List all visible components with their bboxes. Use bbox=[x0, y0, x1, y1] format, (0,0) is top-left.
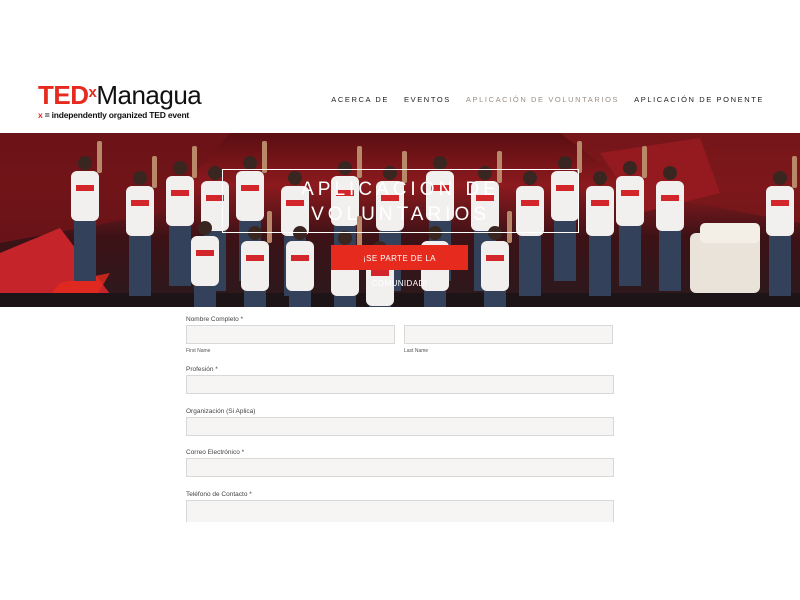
logo-tagline: x = independently organized TED event bbox=[38, 110, 190, 120]
email-input[interactable] bbox=[186, 458, 614, 477]
hero-banner: APLICACIÓN DE VOLUNTARIOS ¡SE PARTE DE L… bbox=[0, 133, 800, 307]
nav-aplicacion-ponente[interactable]: APLICACIÓN DE PONENTE bbox=[634, 95, 764, 104]
nav-eventos[interactable]: EVENTOS bbox=[404, 95, 451, 104]
nav-aplicacion-voluntarios[interactable]: APLICACIÓN DE VOLUNTARIOS bbox=[466, 95, 619, 104]
logo-x-text: x bbox=[88, 84, 97, 101]
first-name-input[interactable] bbox=[186, 325, 395, 344]
tedx-logo[interactable]: TEDxManagua x = independently organized … bbox=[38, 80, 202, 120]
email-label: Correo Electrónico * bbox=[186, 449, 245, 456]
profession-label: Profesión * bbox=[186, 366, 218, 373]
page: TEDxManagua x = independently organized … bbox=[0, 68, 800, 523]
join-community-button[interactable]: ¡SE PARTE DE LA COMUNIDAD! bbox=[331, 245, 468, 288]
site-header: TEDxManagua x = independently organized … bbox=[0, 68, 800, 132]
hero-title: APLICACIÓN DE VOLUNTARIOS bbox=[301, 179, 500, 225]
logo-city-text: Managua bbox=[96, 80, 202, 110]
profession-input[interactable] bbox=[186, 375, 614, 394]
phone-input[interactable] bbox=[186, 500, 614, 522]
phone-label: Teléfono de Contacto * bbox=[186, 491, 252, 498]
last-name-sublabel: Last Name bbox=[404, 348, 429, 354]
full-name-label: Nombre Completo * bbox=[186, 316, 244, 323]
organization-input[interactable] bbox=[186, 417, 614, 436]
first-name-sublabel: First Name bbox=[186, 348, 211, 354]
main-nav: ACERCA DE EVENTOS APLICACIÓN DE VOLUNTAR… bbox=[331, 95, 764, 104]
last-name-input[interactable] bbox=[404, 325, 613, 344]
nav-acerca-de[interactable]: ACERCA DE bbox=[331, 95, 389, 104]
logo-ted-text: TED bbox=[38, 80, 89, 110]
organization-label: Organización (Si Aplica) bbox=[186, 408, 256, 415]
